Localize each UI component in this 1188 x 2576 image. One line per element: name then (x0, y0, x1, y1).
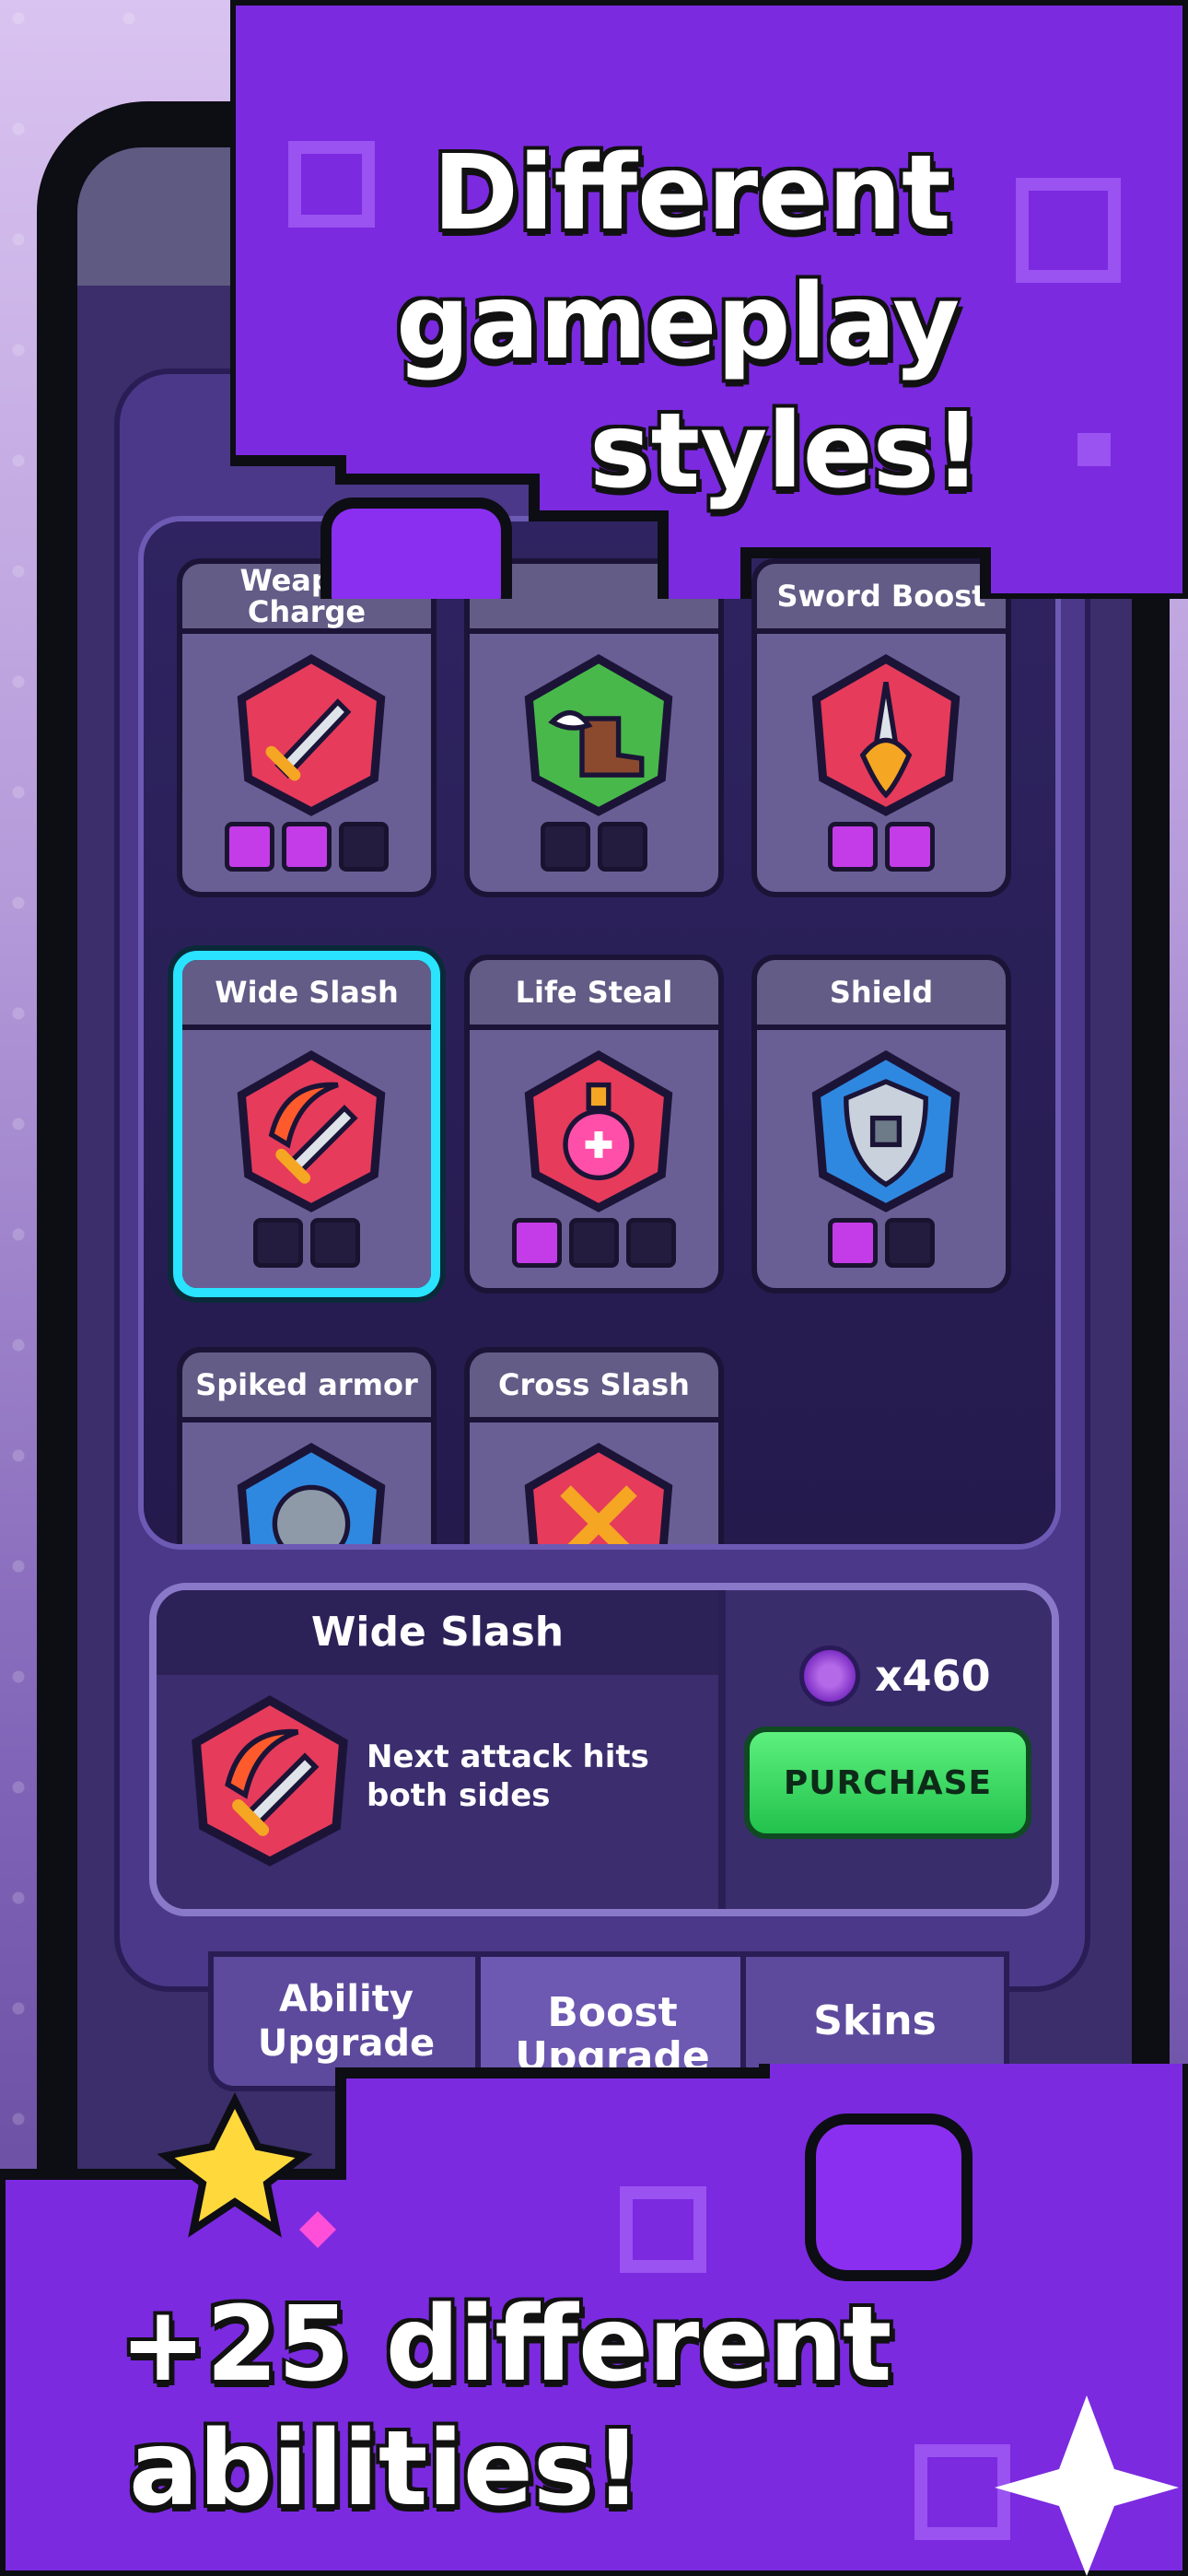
detail-description: Next attack hits both sides (367, 1739, 649, 1814)
upgrade-pips (470, 1218, 718, 1268)
detail-title: Wide Slash (157, 1590, 718, 1675)
bottom-headline-line-1: +25 different (120, 2285, 892, 2405)
card-label: Spiked armor (182, 1352, 431, 1423)
upgrade-pips (757, 822, 1006, 872)
ability-card-sword-boost[interactable]: Sword Boost (751, 558, 1011, 897)
flaming-sword-icon (811, 654, 961, 816)
card-label: Life Steal (470, 960, 718, 1030)
slash-sword-icon (237, 1050, 386, 1212)
ability-card-cross-slash[interactable]: Cross Slash (464, 1347, 724, 1544)
ability-card-speed-boots[interactable] (464, 558, 724, 897)
price-display: x460 (799, 1645, 991, 1706)
abilities-grid: Weapon Charge Sword Boost Wide Slash Lif… (138, 516, 1061, 1550)
top-headline-line-1: Different (433, 134, 951, 253)
winged-boot-icon (524, 654, 673, 816)
ability-card-weapon-charge[interactable]: Weapon Charge (177, 558, 437, 897)
purchase-area: x460 PURCHASE (726, 1590, 1052, 1909)
upgrade-pips (470, 822, 718, 872)
ability-detail-panel: Wide Slash Next attack hits both sides x… (149, 1583, 1059, 1916)
armor-icon (237, 1443, 386, 1544)
bottom-headline-line-2: abilities! (129, 2409, 642, 2529)
shield-icon (811, 1050, 961, 1212)
card-label: Shield (757, 960, 1006, 1030)
price-value: x460 (875, 1651, 991, 1701)
upgrade-pips (182, 1218, 431, 1268)
ability-card-shield[interactable]: Shield (751, 954, 1011, 1294)
top-headline-line-2: gameplay (396, 263, 961, 382)
potion-icon (524, 1050, 673, 1212)
cross-sword-icon (524, 1443, 673, 1544)
ability-card-wide-slash[interactable]: Wide Slash (173, 951, 440, 1297)
ability-card-life-steal[interactable]: Life Steal (464, 954, 724, 1294)
upgrade-pips (757, 1218, 1006, 1268)
gem-icon (799, 1645, 860, 1706)
slash-sword-icon (192, 1695, 348, 1867)
card-label: Cross Slash (470, 1352, 718, 1423)
ability-card-spiked-armor[interactable]: Spiked armor (177, 1347, 437, 1544)
upgrade-pips (182, 822, 431, 872)
top-headline-line-3: styles! (589, 392, 982, 511)
sword-icon (237, 654, 386, 816)
purchase-button[interactable]: PURCHASE (744, 1727, 1031, 1839)
card-label: Wide Slash (182, 960, 431, 1030)
